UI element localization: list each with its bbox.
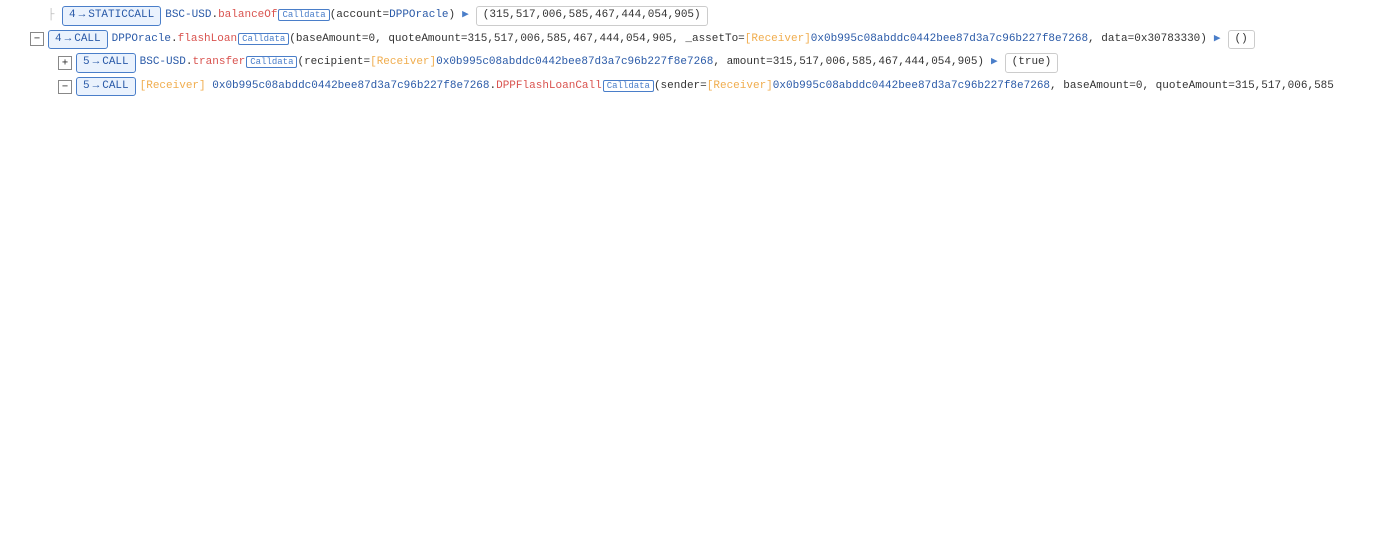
play-icon[interactable]: ▶ (459, 7, 472, 25)
address-link[interactable]: 0x0b995c08abddc0442bee87d3a7c96b227f8e72… (811, 33, 1088, 45)
toggle-icon[interactable]: + (58, 56, 72, 70)
receiver-tag: [Receiver] (707, 80, 773, 92)
address-link[interactable]: 0x0b995c08abddc0442bee87d3a7c96b227f8e72… (436, 56, 713, 68)
receiver-tag: [Receiver] (745, 33, 811, 45)
method-name[interactable]: balanceOf (218, 9, 277, 21)
address-link[interactable]: 0x0b995c08abddc0442bee87d3a7c96b227f8e72… (212, 80, 489, 92)
depth-badge[interactable]: 4→STATICCALL (62, 6, 161, 26)
depth-number: 4 (55, 31, 62, 49)
arrow-icon: → (65, 31, 72, 49)
method-name[interactable]: flashLoan (178, 33, 237, 45)
toggle-icon[interactable]: − (30, 32, 44, 46)
return-value: (315,517,006,585,467,444,054,905) (476, 6, 708, 26)
param-text: (sender= (654, 80, 707, 92)
receiver-tag: [Receiver] (370, 56, 436, 68)
address-link[interactable]: DPPOracle (389, 9, 448, 21)
param-text: , amount=315,517,006,585,467,444,054,905… (713, 56, 984, 68)
param-text: (account= (330, 9, 389, 21)
param-text: () (1235, 33, 1248, 45)
toggle-icon[interactable]: − (58, 80, 72, 94)
trace-row: −5→CALL[Receiver] 0x0b995c08abddc0442bee… (0, 75, 1400, 99)
param-text: (recipient= (297, 56, 370, 68)
calldata-badge[interactable]: Calldata (278, 9, 329, 21)
calldata-badge[interactable]: Calldata (603, 80, 654, 92)
contract-name[interactable]: BSC-USD (140, 56, 186, 68)
param-text: , data=0x30783330) (1088, 33, 1207, 45)
call-signature: BSC-USD.transferCalldata(recipient=[Rece… (140, 54, 984, 72)
call-signature: [Receiver] 0x0b995c08abddc0442bee87d3a7c… (140, 78, 1334, 96)
depth-number: 4 (69, 7, 76, 25)
contract-name[interactable]: DPPOracle (112, 33, 171, 45)
depth-number: 5 (83, 78, 90, 96)
arrow-icon: → (93, 78, 100, 96)
receiver-tag: [Receiver] (140, 80, 206, 92)
tree-branch-icon: ├ (44, 7, 58, 25)
calldata-badge[interactable]: Calldata (238, 33, 289, 45)
depth-badge[interactable]: 4→CALL (48, 30, 108, 50)
call-type: CALL (102, 54, 128, 72)
param-text: ) (449, 9, 456, 21)
trace-row: +5→CALLBSC-USD.transferCalldata(recipien… (0, 51, 1400, 75)
depth-badge[interactable]: 5→CALL (76, 53, 136, 73)
call-type: CALL (102, 78, 128, 96)
trace-row: −4→CALLDPPOracle.flashLoanCalldata(baseA… (0, 28, 1400, 52)
calldata-badge[interactable]: Calldata (246, 56, 297, 68)
param-text: (baseAmount=0, quoteAmount=315,517,006,5… (289, 33, 744, 45)
method-name[interactable]: transfer (192, 56, 245, 68)
play-icon[interactable]: ▶ (1211, 31, 1224, 49)
arrow-icon: → (79, 7, 86, 25)
call-signature: BSC-USD.balanceOfCalldata(account=DPPOra… (165, 7, 455, 25)
arrow-icon: → (93, 54, 100, 72)
call-trace: ├4→STATICCALLBSC-USD.balanceOfCalldata(a… (0, 4, 1400, 98)
depth-number: 5 (83, 54, 90, 72)
method-name[interactable]: DPPFlashLoanCall (496, 80, 602, 92)
play-icon[interactable]: ▶ (988, 54, 1001, 72)
contract-name[interactable]: BSC-USD (165, 9, 211, 21)
return-value: () (1228, 30, 1255, 50)
return-value: (true) (1005, 53, 1059, 73)
call-type: STATICCALL (88, 7, 154, 25)
trace-row: ├4→STATICCALLBSC-USD.balanceOfCalldata(a… (0, 4, 1400, 28)
depth-badge[interactable]: 5→CALL (76, 77, 136, 97)
call-signature: DPPOracle.flashLoanCalldata(baseAmount=0… (112, 31, 1207, 49)
param-text: (true) (1012, 56, 1052, 68)
address-link[interactable]: 0x0b995c08abddc0442bee87d3a7c96b227f8e72… (773, 80, 1050, 92)
call-type: CALL (74, 31, 100, 49)
param-text: , baseAmount=0, quoteAmount=315,517,006,… (1050, 80, 1334, 92)
param-text: (315,517,006,585,467,444,054,905) (483, 9, 701, 21)
